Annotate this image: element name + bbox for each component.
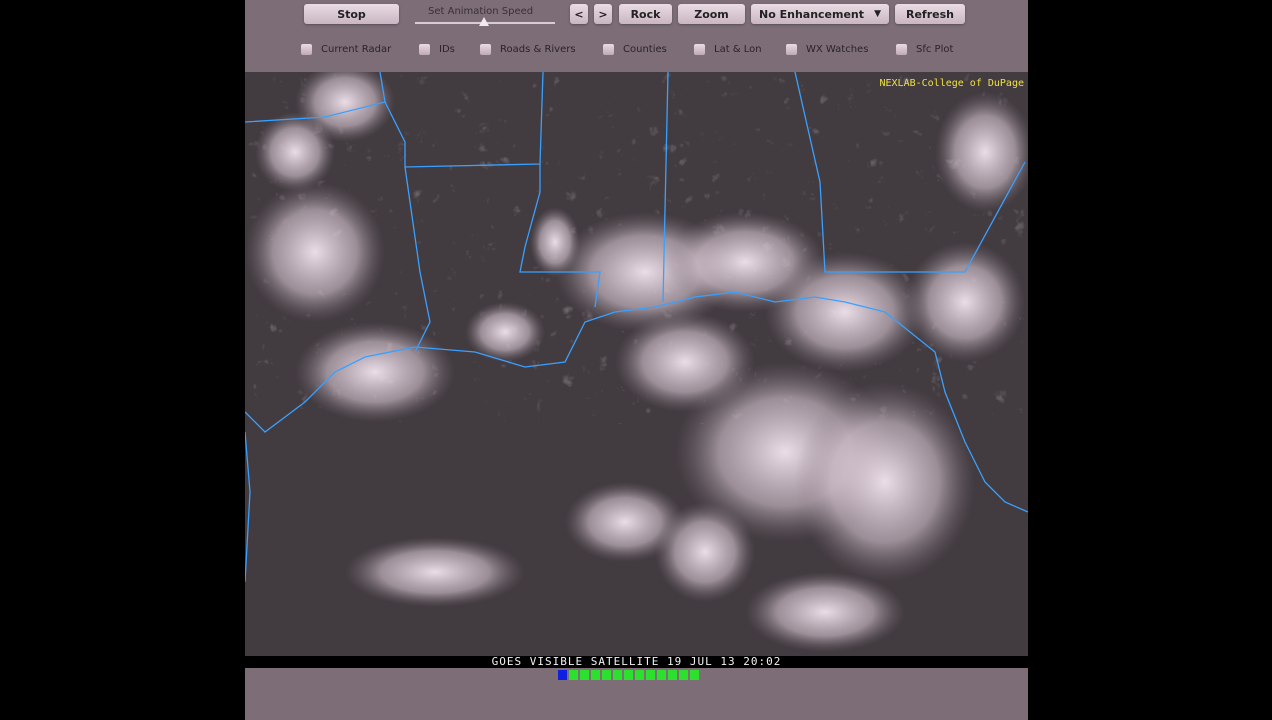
frame-10[interactable] [657, 670, 666, 680]
frame-3[interactable] [580, 670, 589, 680]
overlay-counties[interactable]: Counties [603, 44, 667, 55]
frame-2[interactable] [569, 670, 578, 680]
checkbox[interactable] [480, 44, 491, 55]
overlay-label: Current Radar [321, 44, 392, 55]
frame-11[interactable] [668, 670, 677, 680]
frame-6[interactable] [613, 670, 622, 680]
overlay-sfc-plot[interactable]: Sfc Plot [896, 44, 953, 55]
image-caption: GOES VISIBLE SATELLITE 19 JUL 13 20:02 [245, 656, 1028, 668]
prev-frame-button[interactable]: < [570, 4, 588, 24]
frame-13[interactable] [690, 670, 699, 680]
overlay-label: WX Watches [806, 44, 869, 55]
refresh-button[interactable]: Refresh [895, 4, 965, 24]
overlay-wx-watches[interactable]: WX Watches [786, 44, 868, 55]
checkbox[interactable] [896, 44, 907, 55]
overlay-label: Counties [623, 44, 667, 55]
chevron-down-icon: ▼ [874, 9, 881, 19]
frame-7[interactable] [624, 670, 633, 680]
overlay-ids[interactable]: IDs [419, 44, 455, 55]
checkbox[interactable] [419, 44, 430, 55]
credit-label: NEXLAB-College of DuPage [879, 78, 1025, 89]
speed-label: Set Animation Speed [428, 6, 534, 17]
checkbox[interactable] [694, 44, 705, 55]
overlay-lat-lon[interactable]: Lat & Lon [694, 44, 762, 55]
overlay-current-radar[interactable]: Current Radar [301, 44, 391, 55]
next-frame-button[interactable]: > [594, 4, 612, 24]
satellite-image: NEXLAB-College of DuPage [245, 72, 1028, 656]
overlay-label: Roads & Rivers [500, 44, 576, 55]
speed-slider-thumb[interactable] [479, 17, 489, 26]
frame-indicator [558, 670, 699, 680]
overlay-label: IDs [439, 44, 455, 55]
frame-1[interactable] [558, 670, 567, 680]
overlay-label: Lat & Lon [714, 44, 762, 55]
frame-5[interactable] [602, 670, 611, 680]
frame-8[interactable] [635, 670, 644, 680]
zoom-button[interactable]: Zoom [678, 4, 745, 24]
checkbox[interactable] [603, 44, 614, 55]
viewer-panel: Stop Set Animation Speed < > Rock Zoom N… [245, 0, 1028, 720]
frame-4[interactable] [591, 670, 600, 680]
enhancement-value: No Enhancement [759, 7, 865, 21]
overlay-roads-rivers[interactable]: Roads & Rivers [480, 44, 576, 55]
frame-12[interactable] [679, 670, 688, 680]
overlay-label: Sfc Plot [916, 44, 954, 55]
checkbox[interactable] [301, 44, 312, 55]
stop-button[interactable]: Stop [304, 4, 399, 24]
frame-9[interactable] [646, 670, 655, 680]
checkbox[interactable] [786, 44, 797, 55]
satellite-clouds [245, 72, 1028, 656]
rock-button[interactable]: Rock [619, 4, 672, 24]
enhancement-select[interactable]: No Enhancement ▼ [751, 4, 889, 24]
